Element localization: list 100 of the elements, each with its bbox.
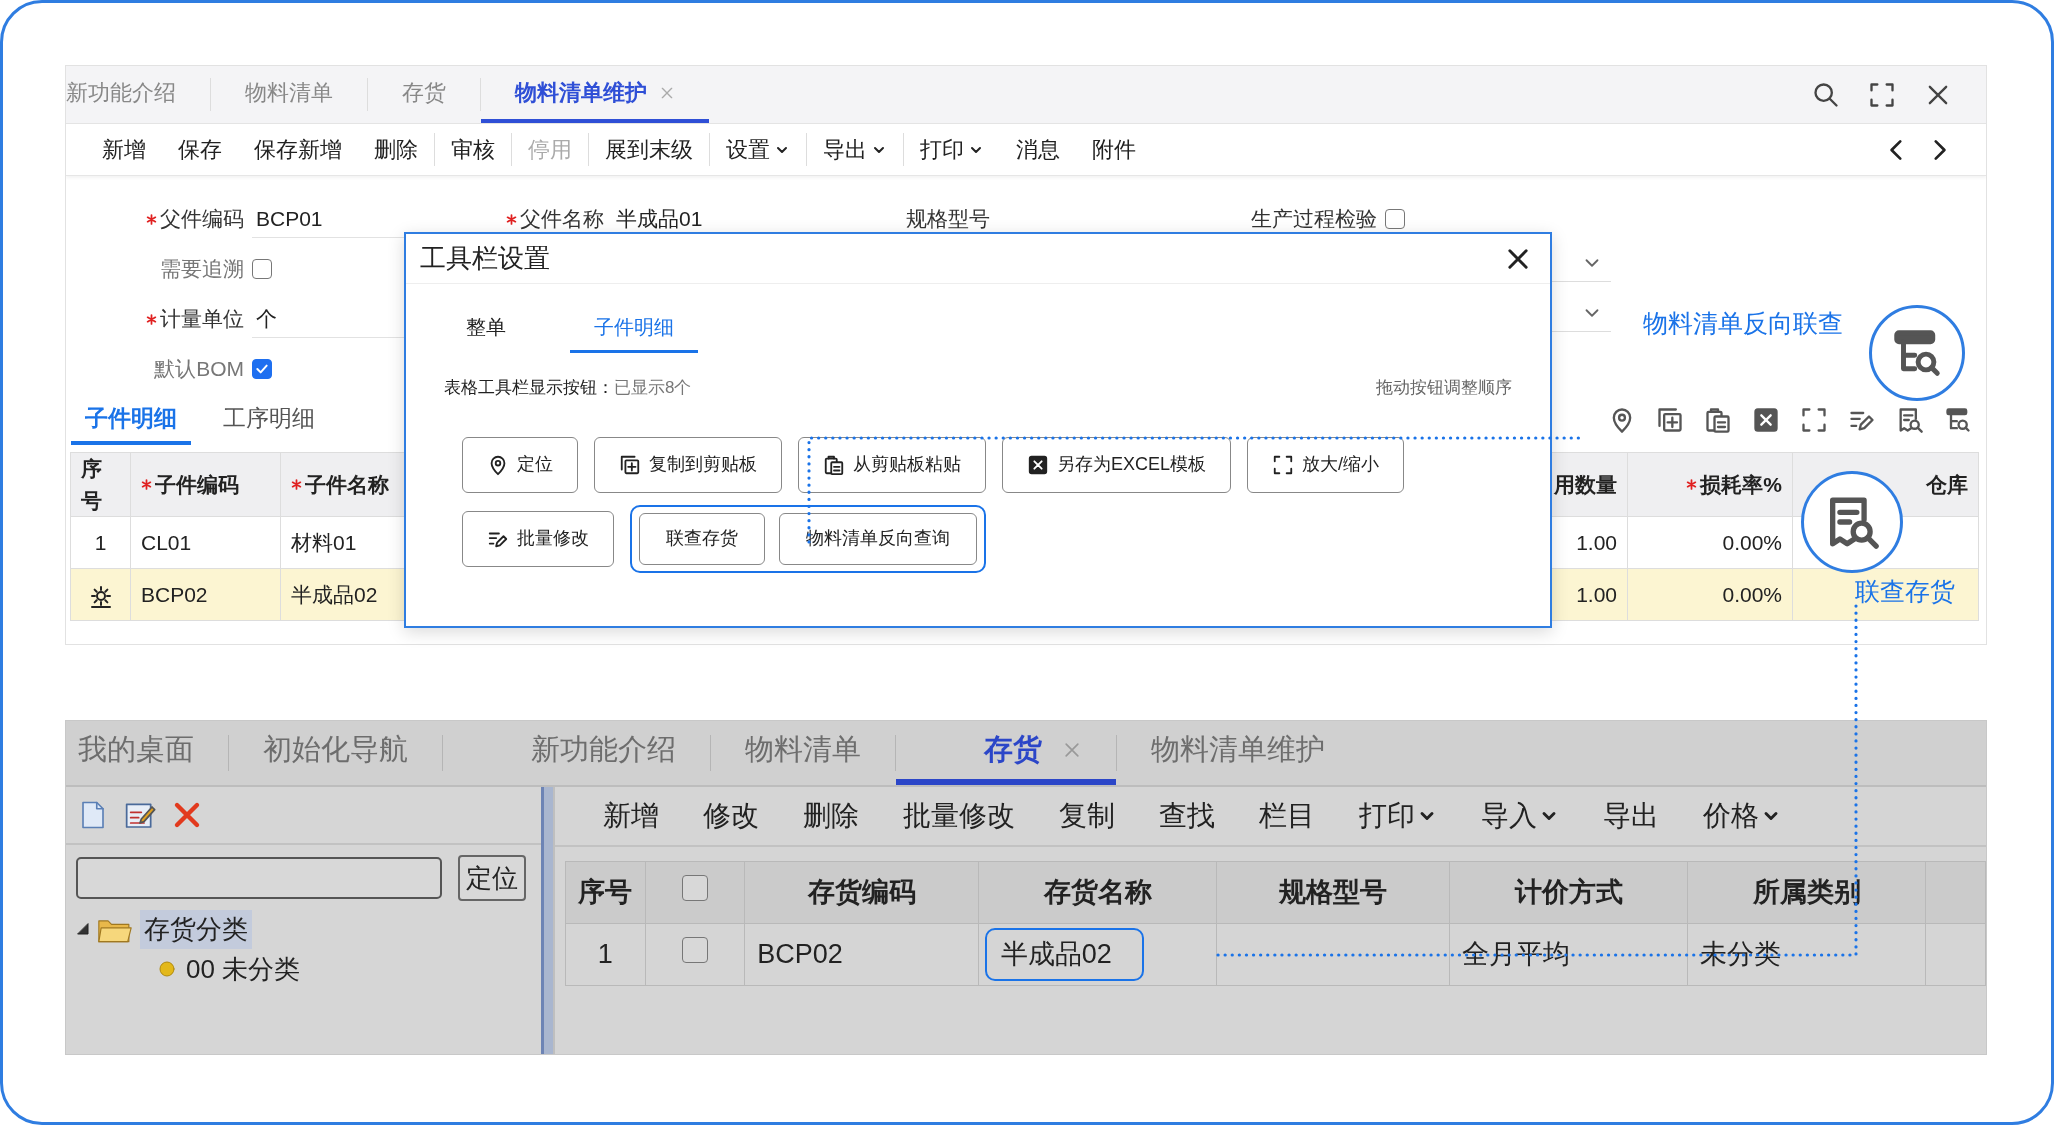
table-cell: 半成品02 (984, 928, 1144, 981)
copy-icon (619, 453, 641, 476)
dropdown-button[interactable]: 导入 (1459, 795, 1581, 837)
toolbar-option-button[interactable]: 联查存货 (639, 512, 765, 565)
required-icon (146, 313, 157, 325)
expanded-icon[interactable] (76, 922, 90, 936)
column-header: 子件编码 (141, 468, 239, 501)
fullscreen-icon[interactable] (1800, 406, 1828, 434)
toolbar-button[interactable]: 审核 (435, 133, 512, 166)
paste-icon[interactable] (1704, 406, 1732, 434)
column-header: 所属类别 (1752, 877, 1861, 908)
toolbar-option-button[interactable]: 放大/缩小 (1247, 436, 1405, 493)
dialog-title: 工具栏设置 (420, 242, 550, 275)
field-label: 计量单位 (146, 303, 244, 335)
toolbar-button[interactable]: 复制 (1037, 795, 1137, 837)
dropdown-button[interactable]: 打印 (1337, 795, 1459, 837)
field-label: 父件名称 (506, 203, 604, 235)
checkbox[interactable] (681, 875, 708, 902)
table-cell: 0.00% (1722, 530, 1782, 554)
table-cell: 1.00 (1576, 530, 1617, 554)
required-icon (291, 479, 302, 490)
row-number: 1 (597, 939, 613, 970)
required-icon (146, 213, 157, 225)
column-header: 序号 (81, 456, 103, 514)
toolbar-option-button[interactable]: 批量修改 (462, 510, 614, 567)
checkbox[interactable] (1385, 209, 1405, 229)
tree-search-icon[interactable] (1944, 406, 1972, 434)
row-number: 1 (94, 530, 107, 554)
toolbar-button[interactable]: 附件 (1076, 133, 1152, 166)
paste-icon (823, 453, 845, 476)
table-cell: BCP02 (757, 939, 843, 970)
table-cell: 材料01 (291, 530, 357, 554)
dropdown-button[interactable]: 价格 (1681, 795, 1803, 837)
toolbar-button[interactable]: 查找 (1137, 795, 1237, 837)
column-header: 存货编码 (807, 877, 916, 908)
column-header: 子件名称 (291, 468, 389, 501)
toolbar-button[interactable]: 保存 (162, 133, 238, 166)
toolbar-button[interactable]: 消息 (1000, 133, 1076, 166)
required-icon (141, 479, 152, 490)
required-icon (1686, 479, 1698, 490)
column-header: 计价方式 (1514, 877, 1623, 908)
fullscreen-icon (1272, 453, 1295, 476)
dropdown-button[interactable]: 设置 (710, 133, 807, 166)
toolbar-button[interactable]: 修改 (681, 795, 781, 837)
tab[interactable]: 子件明细 (71, 395, 191, 445)
column-header: 序号 (578, 877, 633, 908)
table-cell: 全月平均 (1462, 939, 1571, 970)
toolbar-button[interactable]: 删除 (781, 795, 881, 837)
field-label: 规格型号 (906, 206, 990, 233)
checkbox[interactable] (252, 359, 272, 379)
column-header: 仓库 (1926, 471, 1968, 498)
tab[interactable]: 物料清单维护 (481, 66, 709, 123)
search-button[interactable]: 定位 (458, 855, 526, 901)
dropdown-button[interactable]: 导出 (807, 133, 904, 166)
toolbar-button[interactable]: 导出 (1581, 795, 1681, 837)
dropdown-button[interactable]: 打印 (904, 133, 1000, 166)
copy-icon[interactable] (1656, 406, 1684, 434)
column-header: 用数量 (1554, 471, 1617, 498)
tab[interactable]: 子件明细 (570, 306, 698, 353)
excel-icon[interactable] (1752, 406, 1780, 434)
tab[interactable]: 存货 (896, 721, 1116, 785)
toolbar-button[interactable]: 新增 (86, 133, 162, 166)
tab[interactable]: 工序明细 (209, 395, 329, 445)
toolbar-button[interactable]: 新增 (581, 795, 681, 837)
required-icon (506, 213, 517, 225)
tree-item[interactable]: 存货分类 (140, 909, 252, 949)
search-icon[interactable] (1812, 80, 1840, 109)
caption-label: 表格工具栏显示按钮： (444, 377, 614, 399)
field-label: 默认BOM (154, 356, 244, 383)
toolbar-option-button[interactable]: 定位 (462, 436, 578, 493)
table-cell: 0.00% (1722, 582, 1782, 606)
checkbox[interactable] (252, 259, 272, 279)
table-cell: BCP02 (141, 582, 208, 606)
column-header: 规格型号 (1279, 877, 1388, 908)
toolbar-button[interactable]: 批量修改 (881, 795, 1037, 837)
column-header: 存货名称 (1043, 877, 1152, 908)
toolbar-option-button[interactable]: 复制到剪贴板 (594, 436, 782, 493)
toolbar-option-button[interactable]: 物料清单反向查询 (779, 512, 977, 565)
tree-item[interactable]: 00 未分类 (182, 949, 305, 989)
callout-label: 物料清单反向联查 (1643, 308, 1843, 339)
table-cell: 1.00 (1576, 582, 1617, 606)
toolbar-button[interactable]: 展到末级 (589, 133, 710, 166)
excel-icon (1027, 453, 1049, 476)
count-text: 已显示8个 (614, 377, 692, 399)
toolbar-option-button[interactable]: 另存为EXCEL模板 (1002, 436, 1232, 493)
fullscreen-icon[interactable] (1868, 80, 1896, 109)
callout-label: 联查存货 (1855, 576, 1955, 607)
table-cell: 未分类 (1700, 939, 1782, 970)
search-field[interactable] (76, 857, 442, 899)
table-cell: CL01 (141, 530, 192, 554)
field-label: 生产过程检验 (1251, 206, 1377, 233)
toolbar-button[interactable]: 删除 (358, 133, 435, 166)
toolbar-button[interactable]: 栏目 (1237, 795, 1337, 837)
checkbox[interactable] (681, 937, 708, 964)
toolbar-button[interactable]: 保存新增 (238, 133, 358, 166)
field-label: 父件编码 (146, 203, 244, 235)
table-cell: 半成品02 (291, 582, 378, 606)
toolbar-option-button[interactable]: 从剪贴板粘贴 (798, 436, 986, 493)
column-header: 损耗率% (1686, 468, 1782, 501)
delete-icon[interactable] (172, 800, 202, 830)
